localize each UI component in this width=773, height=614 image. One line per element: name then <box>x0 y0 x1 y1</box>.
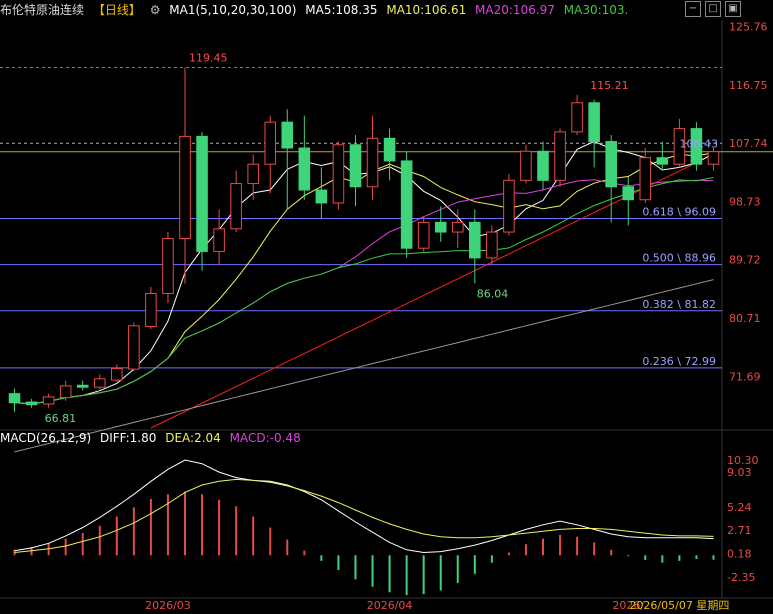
candle-body <box>707 151 720 165</box>
macd-dea-value: DEA:2.04 <box>165 431 221 445</box>
candle-body <box>486 231 498 259</box>
candle-body <box>349 144 362 188</box>
candle-body <box>25 401 38 406</box>
candle-body <box>213 228 225 252</box>
price-tick-label: 80.71 <box>729 312 761 325</box>
candle-body <box>111 367 123 381</box>
candle-body <box>537 150 549 181</box>
date-axis-label: 2026/03 <box>145 599 191 612</box>
low0-annotation: 66.81 <box>45 412 77 425</box>
candle-body <box>93 378 106 388</box>
candle-body <box>281 121 294 149</box>
candle-body <box>520 150 532 181</box>
macd-diff-value: DIFF:1.80 <box>99 431 157 445</box>
fib-level-label: 0.236 \ 72.99 <box>642 355 716 368</box>
fib-level-label: 0.500 \ 88.96 <box>642 252 716 265</box>
candle-body <box>434 221 447 233</box>
indicator-settings-icon[interactable]: ⚙ <box>150 3 161 17</box>
candle-body <box>264 121 277 165</box>
candle-body <box>639 157 652 201</box>
candle-body <box>42 396 55 405</box>
macd-diff-line <box>14 459 714 554</box>
ma-label: MA1(5,10,20,30,100) <box>169 3 297 17</box>
price-tick-label: 116.75 <box>729 79 768 92</box>
maximize-icon[interactable]: ▣ <box>725 1 741 17</box>
minimize-icon[interactable]: − <box>685 1 701 17</box>
macd-label: MACD(26,12,9) <box>0 431 92 445</box>
candle-body <box>622 186 635 201</box>
candle-body <box>76 384 89 388</box>
candle-body <box>366 137 379 188</box>
ma5-value: MA5:108.35 <box>305 3 378 17</box>
candle-body <box>332 144 345 204</box>
candle-body <box>469 221 481 259</box>
date-axis-label: 2026/04 <box>367 599 413 612</box>
candle-body <box>179 135 191 240</box>
ma30-value: MA30:103. <box>563 3 629 17</box>
chart-canvas: 125.76 116.75 107.74 98.73 89.72 80.71 71.69 0.… <box>0 20 773 612</box>
fib-level-label: 0.382 \ 81.82 <box>642 298 716 311</box>
high-annotation: 119.45 <box>189 52 228 65</box>
price-tick-label: 71.69 <box>729 370 761 383</box>
fib-level-label: 0.618 \ 96.09 <box>642 206 716 219</box>
high2-annotation: 115.21 <box>590 79 629 92</box>
candle-body <box>128 325 140 370</box>
ma20-value: MA20:106.97 <box>475 3 555 17</box>
macd-tick-label: -2.35 <box>727 571 755 584</box>
macd-tick-label: 0.18 <box>727 548 752 561</box>
candle-body <box>145 292 157 327</box>
candle-body <box>417 221 430 249</box>
candle-body <box>383 137 396 162</box>
candle-body <box>298 147 311 191</box>
current-price-annotation: 106.43 <box>680 138 719 151</box>
candle-body <box>230 183 242 230</box>
price-tick-label: 89.72 <box>729 254 761 267</box>
price-tick-label: 125.76 <box>729 21 768 34</box>
period-selector[interactable]: 【日线】 <box>93 3 141 17</box>
candle-body <box>503 179 515 233</box>
candle-body <box>605 141 617 188</box>
instrument-name: 布伦特原油连续 <box>0 3 85 17</box>
candle-body <box>588 102 600 143</box>
candle-body <box>247 163 259 185</box>
candle-body <box>8 393 21 404</box>
candle-body <box>554 131 566 181</box>
macd-tick-label: 5.24 <box>727 501 752 514</box>
candle-body <box>162 238 174 294</box>
chart-header: 布伦特原油连续 【日线】 ⚙ MA1(5,10,20,30,100) MA5:1… <box>0 0 773 20</box>
macd-value: MACD:-0.48 <box>229 431 301 445</box>
macd-tick-label: 9.03 <box>727 466 752 479</box>
low-annotation: 86.04 <box>477 288 509 301</box>
candle-body <box>571 102 583 133</box>
date-axis-label: 2026/05/07 星期四 <box>629 599 729 612</box>
candle-body <box>315 189 328 204</box>
macd-dea-line <box>14 478 714 553</box>
ma100-line <box>14 279 714 453</box>
candle-body <box>196 135 208 252</box>
macd-tick-label: 2.71 <box>727 524 752 537</box>
candle-body <box>59 385 72 399</box>
price-tick-label: 98.73 <box>729 195 761 208</box>
macd-header: MACD(26,12,9) DIFF:1.80 DEA:2.04 MACD:-0… <box>0 431 306 445</box>
restore-icon[interactable]: □ <box>705 1 721 17</box>
candle-body <box>451 221 464 233</box>
ma10-value: MA10:106.61 <box>386 3 467 17</box>
candle-body <box>656 157 669 165</box>
candle-body <box>400 160 413 249</box>
price-tick-label: 107.74 <box>729 137 768 150</box>
